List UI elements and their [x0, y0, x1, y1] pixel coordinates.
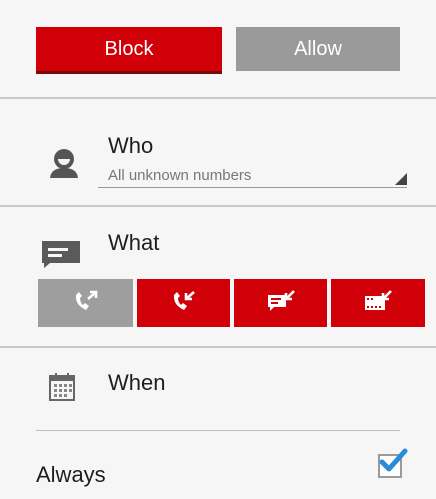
when-title: When — [108, 370, 166, 395]
calendar-icon — [48, 372, 76, 407]
what-title: What — [108, 230, 160, 255]
incoming-call-toggle[interactable] — [137, 279, 230, 327]
who-title: Who — [108, 133, 154, 158]
divider — [0, 346, 436, 348]
always-label: Always — [36, 462, 106, 487]
incoming-call-icon — [170, 289, 198, 318]
person-icon — [47, 146, 81, 185]
incoming-sms-toggle[interactable] — [234, 279, 327, 327]
divider — [0, 97, 436, 99]
incoming-mms-toggle[interactable] — [331, 279, 425, 327]
block-button-label: Block — [104, 37, 154, 60]
divider — [0, 205, 436, 207]
checkmark-icon — [378, 446, 408, 481]
allow-button-label: Allow — [294, 37, 342, 60]
always-checkbox[interactable] — [378, 448, 408, 478]
outgoing-call-toggle[interactable] — [38, 279, 133, 327]
outgoing-call-icon — [72, 289, 100, 318]
block-button[interactable]: Block — [36, 27, 222, 71]
who-value: All unknown numbers — [108, 167, 252, 184]
incoming-sms-icon — [266, 289, 296, 318]
dropdown-underline — [98, 187, 407, 188]
message-icon — [40, 239, 82, 274]
incoming-mms-icon — [363, 289, 393, 318]
allow-button[interactable]: Allow — [236, 27, 400, 71]
divider — [36, 430, 400, 431]
